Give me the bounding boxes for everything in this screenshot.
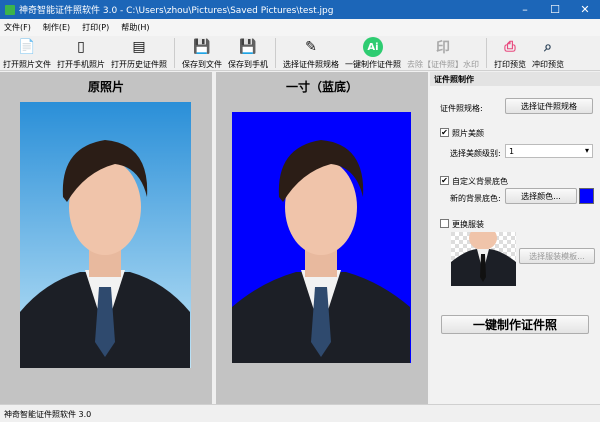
- save-phone-icon: 💾: [239, 39, 257, 55]
- select-clothes-template-button[interactable]: 选择服装模板...: [519, 248, 595, 264]
- toolbar-label: 选择证件照规格: [283, 60, 339, 69]
- beauty-level-value: 1: [509, 147, 515, 156]
- beauty-level-label: 选择美颜级别:: [450, 149, 501, 158]
- beauty-label: 照片美颜: [452, 129, 484, 138]
- toolbar-button-print-preview[interactable]: ⌕ 冲印预览: [529, 36, 567, 71]
- beauty-level-select[interactable]: 1 ▾: [505, 144, 593, 158]
- color-swatch[interactable]: [579, 188, 594, 204]
- settings-header: 证件照制作: [430, 72, 600, 86]
- maximize-button[interactable]: ☐: [540, 0, 570, 19]
- clothes-checkbox[interactable]: [440, 219, 449, 228]
- minimize-button[interactable]: –: [510, 0, 540, 19]
- window-title: 神奇智能证件照软件 3.0 - C:\Users\zhou\Pictures\S…: [19, 6, 334, 16]
- toolbar-separator: [174, 38, 175, 68]
- toolbar-label: 保存到手机: [228, 60, 268, 69]
- menu-file[interactable]: 文件(F): [4, 22, 31, 33]
- clothes-label: 更换服装: [452, 220, 484, 229]
- original-photo-title: 原照片: [87, 80, 124, 94]
- toolbar-label: 打开照片文件: [3, 60, 51, 69]
- print-preview-icon: ⌕: [544, 39, 552, 55]
- toolbar-label: 一键制作证件照: [345, 60, 401, 69]
- toolbar-label: 打开历史证件照: [111, 60, 167, 69]
- menu-bar: 文件(F) 制作(E) 打印(P) 帮助(H): [0, 19, 600, 36]
- toolbar-label: 去除【证件照】水印: [407, 60, 479, 69]
- toolbar-label: 冲印预览: [532, 60, 564, 69]
- id-photo-settings-panel: 证件照制作 证件照规格: 选择证件照规格 ✔ 照片美颜 选择美颜级别: 1 ▾ ✔…: [430, 72, 600, 404]
- toolbar-button-ai[interactable]: Ai 一键制作证件照: [342, 36, 404, 71]
- open-file-icon: 📄: [18, 39, 36, 55]
- toolbar-button-ruler-pencil[interactable]: ✎ 选择证件照规格: [280, 36, 342, 71]
- title-bar: 神奇智能证件照软件 3.0 - C:\Users\zhou\Pictures\S…: [0, 0, 600, 19]
- toolbar-button-save-phone[interactable]: 💾 保存到手机: [225, 36, 271, 71]
- new-bg-label: 新的背景底色:: [450, 194, 501, 203]
- result-photo-title: 一寸（蓝底）: [285, 80, 358, 94]
- toolbar-button-phone[interactable]: ▯ 打开手机照片: [54, 36, 108, 71]
- chevron-down-icon: ▾: [584, 146, 589, 155]
- toolbar-button-history[interactable]: ▤ 打开历史证件照: [108, 36, 170, 71]
- toolbar-button-save[interactable]: 💾 保存到文件: [179, 36, 225, 71]
- toolbar-separator: [486, 38, 487, 68]
- menu-make[interactable]: 制作(E): [43, 22, 70, 33]
- toolbar-separator: [275, 38, 276, 68]
- original-photo: [20, 102, 191, 368]
- custom-bg-label: 自定义背景底色: [452, 177, 508, 186]
- toolbar-button-watermark[interactable]: 印去除【证件照】水印: [404, 36, 482, 71]
- select-spec-button[interactable]: 选择证件照规格: [505, 98, 593, 114]
- app-icon: [5, 4, 15, 15]
- toolbar-label: 打开手机照片: [57, 60, 105, 69]
- close-button[interactable]: ✕: [570, 0, 600, 19]
- toolbar: 📄 打开照片文件 ▯ 打开手机照片 ▤ 打开历史证件照 💾 保存到文件 💾 保存到手机 ✎ 选择证件照…: [0, 36, 600, 71]
- ruler-pencil-icon: ✎: [305, 39, 317, 55]
- menu-help[interactable]: 帮助(H): [121, 22, 149, 33]
- ai-icon: Ai: [363, 37, 383, 57]
- phone-icon: ▯: [77, 39, 85, 55]
- history-icon: ▤: [132, 39, 146, 55]
- clothes-template-preview: [451, 232, 516, 286]
- beauty-checkbox[interactable]: ✔: [440, 128, 449, 137]
- result-photo-panel: 一寸（蓝底）: [216, 72, 428, 404]
- printer-icon: ⎙: [504, 39, 516, 55]
- save-icon: 💾: [193, 39, 211, 55]
- custom-bg-checkbox[interactable]: ✔: [440, 176, 449, 185]
- toolbar-button-open-file[interactable]: 📄 打开照片文件: [0, 36, 54, 71]
- select-color-button[interactable]: 选择颜色...: [505, 188, 577, 204]
- toolbar-label: 打印预览: [494, 60, 526, 69]
- toolbar-label: 保存到文件: [182, 60, 222, 69]
- result-photo: [232, 112, 411, 363]
- status-bar: 神奇智能证件照软件 3.0: [0, 404, 600, 422]
- watermark-icon: 印: [436, 40, 450, 56]
- menu-print[interactable]: 打印(P): [82, 22, 109, 33]
- one-click-make-button[interactable]: 一键制作证件照: [441, 315, 589, 334]
- original-photo-panel: 原照片: [0, 72, 212, 404]
- toolbar-button-printer[interactable]: ⎙ 打印预览: [491, 36, 529, 71]
- spec-label: 证件照规格:: [440, 104, 483, 113]
